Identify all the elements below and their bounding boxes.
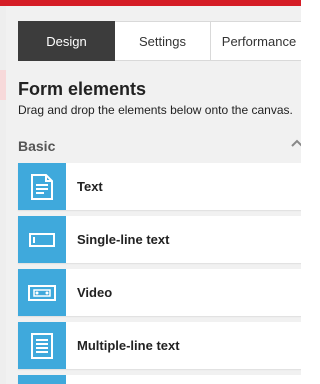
tab-settings[interactable]: Settings xyxy=(115,21,211,61)
multiline-text-icon xyxy=(31,332,53,359)
form-elements-panel: Design Settings Performance Form element… xyxy=(6,6,301,384)
tab-performance[interactable]: Performance xyxy=(211,21,301,61)
element-item-multiple-line-text[interactable]: Multiple-line text xyxy=(18,322,301,369)
chevron-up-icon[interactable] xyxy=(291,138,301,150)
element-tile xyxy=(18,216,66,263)
element-tile xyxy=(18,375,66,384)
tab-design[interactable]: Design xyxy=(18,21,115,61)
element-label: Multiple-line text xyxy=(77,338,180,353)
panel-subtitle: Drag and drop the elements below onto th… xyxy=(18,103,293,117)
element-item-single-line-text[interactable]: Single-line text xyxy=(18,216,301,263)
element-label: Text xyxy=(77,179,103,194)
video-icon xyxy=(28,284,56,301)
panel-tabs: Design Settings Performance xyxy=(18,21,301,61)
element-item-text[interactable]: Text xyxy=(18,163,301,210)
single-line-text-icon xyxy=(29,232,55,247)
element-label: Single-line text xyxy=(77,232,170,247)
element-item-video[interactable]: Video xyxy=(18,269,301,316)
section-label: Basic xyxy=(18,138,56,154)
element-tile xyxy=(18,269,66,316)
element-item-partial[interactable] xyxy=(18,375,301,384)
panel-title: Form elements xyxy=(18,79,147,99)
element-label: Video xyxy=(77,285,113,300)
element-tile xyxy=(18,163,66,210)
text-document-icon xyxy=(31,173,53,200)
section-basic-header[interactable]: Basic xyxy=(18,134,301,156)
element-tile xyxy=(18,322,66,369)
